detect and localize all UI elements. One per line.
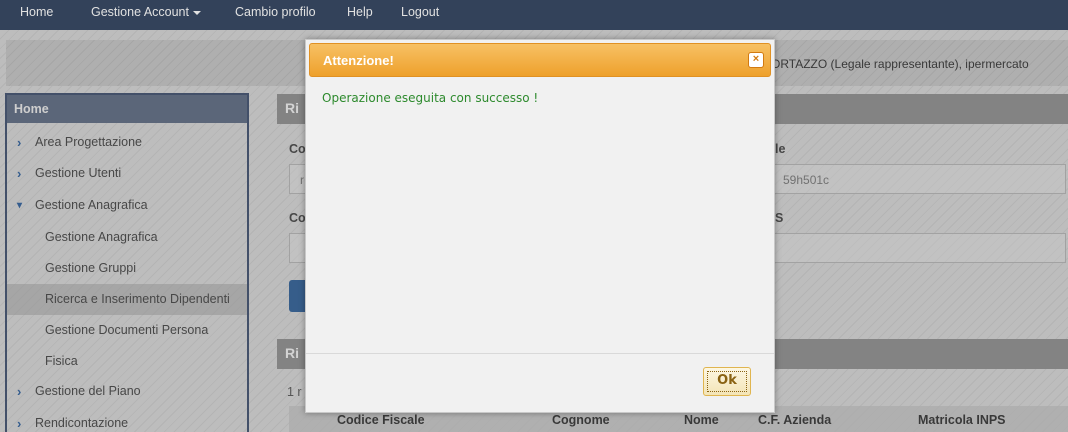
dialog-message: Operazione eseguita con successo ! (322, 91, 539, 105)
close-icon[interactable]: × (748, 52, 764, 68)
ok-button[interactable]: Ok (703, 367, 751, 396)
alert-dialog: Attenzione! × Operazione eseguita con su… (305, 39, 775, 413)
dialog-title: Attenzione! (323, 53, 394, 68)
dialog-divider (306, 353, 774, 354)
dialog-title-bar: Attenzione! × (309, 43, 771, 77)
